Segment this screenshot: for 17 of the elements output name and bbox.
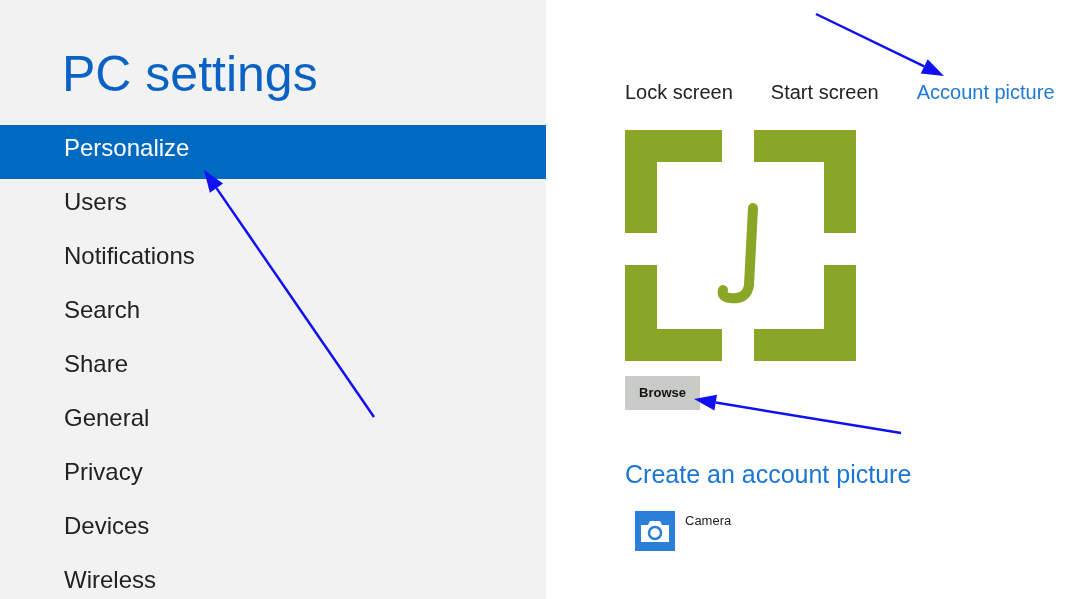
section-heading: Create an account picture: [625, 458, 913, 490]
sidebar-item[interactable]: Devices: [0, 503, 546, 557]
browse-button[interactable]: Browse: [625, 376, 700, 410]
sidebar-item[interactable]: Personalize: [0, 125, 546, 179]
sidebar-item[interactable]: Privacy: [0, 449, 546, 503]
sidebar-item[interactable]: Search: [0, 287, 546, 341]
sidebar-item[interactable]: Users: [0, 179, 546, 233]
app-label[interactable]: Camera: [685, 511, 732, 531]
sidebar-item[interactable]: Share: [0, 341, 546, 395]
tab[interactable]: Account picture: [916, 78, 1055, 106]
page-title: PC settings: [61, 45, 319, 104]
sidebar-item[interactable]: Wireless: [0, 557, 546, 599]
tab[interactable]: Start screen: [770, 78, 879, 106]
camera-icon[interactable]: [635, 511, 675, 551]
sidebar-item[interactable]: Notifications: [0, 233, 546, 287]
tab[interactable]: Lock screen: [625, 78, 733, 106]
sidebar-item[interactable]: General: [0, 395, 546, 449]
